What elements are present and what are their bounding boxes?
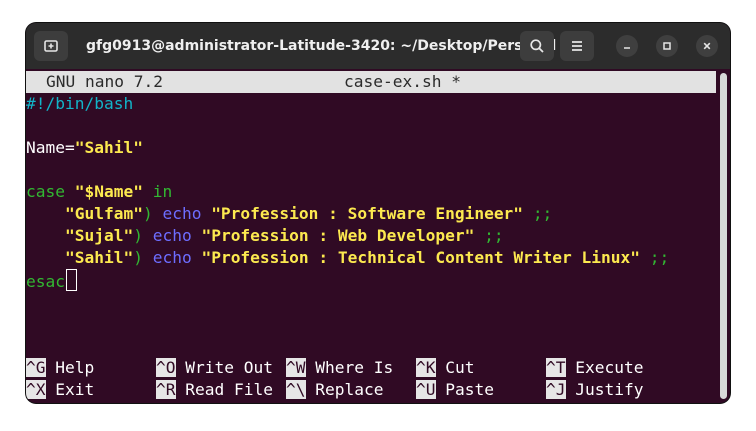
case-paren: ) <box>142 204 153 223</box>
shortcut-label: Execute <box>575 358 644 377</box>
nano-version: GNU nano 7.2 <box>46 72 163 91</box>
case-keyword: case <box>26 182 65 201</box>
shortcut-justify[interactable]: ^J Justify <box>546 379 643 401</box>
shortcut-key: ^X <box>26 380 46 399</box>
shortcut-label: Where Is <box>315 358 394 377</box>
shortcut-cut[interactable]: ^K Cut <box>416 357 475 379</box>
echo-command: echo <box>152 226 192 245</box>
terminal-area[interactable]: GNU nano 7.2 case-ex.sh * #!/bin/bash Na… <box>26 69 730 403</box>
case-pattern: "Sujal" <box>64 226 134 245</box>
new-tab-icon <box>43 38 59 54</box>
shortcut-label: Justify <box>575 380 644 399</box>
shortcut-key: ^K <box>416 358 436 377</box>
title-bar: gfg0913@administrator-Latitude-3420: ~/D… <box>26 23 730 69</box>
case-paren: ) <box>133 226 143 245</box>
shortcut-exit[interactable]: ^X Exit <box>26 379 94 401</box>
assign-operator: = <box>64 138 75 157</box>
shortcut-key: ^J <box>546 380 566 399</box>
nano-filename: case-ex.sh * <box>344 72 461 91</box>
code-line-3: Name="Sahil" <box>26 137 143 159</box>
shortcut-label: Read File <box>185 380 273 399</box>
shortcut-read-file[interactable]: ^R Read File <box>156 379 273 401</box>
shortcut-label: Cut <box>445 358 475 377</box>
echo-string: "Profession : Web Developer" <box>201 226 475 245</box>
variable-name: Name <box>26 138 65 157</box>
scrollbar[interactable] <box>720 73 727 399</box>
code-line-9: esac <box>26 269 77 291</box>
minimize-button[interactable] <box>616 35 638 57</box>
shortcut-execute[interactable]: ^T Execute <box>546 357 643 379</box>
nano-header-bar: GNU nano 7.2 case-ex.sh * <box>26 71 716 93</box>
shortcut-key: ^U <box>416 380 436 399</box>
window-title: gfg0913@administrator-Latitude-3420: ~/D… <box>86 38 557 54</box>
shortcut-write-out[interactable]: ^O Write Out <box>156 357 273 379</box>
echo-command: echo <box>162 204 202 223</box>
in-keyword: in <box>152 182 173 201</box>
hamburger-menu-icon <box>569 38 585 54</box>
shortcut-key: ^W <box>286 358 306 377</box>
menu-button[interactable] <box>560 31 594 61</box>
code-line-6: "Gulfam") echo "Profession : Software En… <box>26 203 552 225</box>
case-pattern: "Gulfam" <box>64 204 143 223</box>
code-line-7: "Sujal") echo "Profession : Web Develope… <box>26 225 504 247</box>
shortcut-help[interactable]: ^G Help <box>26 357 94 379</box>
case-variable: "$Name" <box>74 182 143 201</box>
code-line-1: #!/bin/bash <box>26 93 133 115</box>
code-line-5: case "$Name" in <box>26 181 172 203</box>
case-terminator: ;; <box>532 204 553 223</box>
echo-string: "Profession : Technical Content Writer L… <box>201 248 641 267</box>
close-button[interactable] <box>696 35 718 57</box>
case-terminator: ;; <box>649 248 670 267</box>
text-cursor <box>65 269 77 291</box>
close-icon <box>702 41 712 51</box>
minimize-icon <box>622 41 632 51</box>
maximize-icon <box>662 41 672 51</box>
esac-keyword: esac <box>26 272 65 291</box>
shortcut-label: Write Out <box>185 358 273 377</box>
case-pattern: "Sahil" <box>64 248 134 267</box>
new-tab-button[interactable] <box>34 31 68 61</box>
shortcut-where-is[interactable]: ^W Where Is <box>286 357 393 379</box>
shortcut-label: Help <box>55 358 95 377</box>
echo-command: echo <box>152 248 192 267</box>
shortcut-label: Paste <box>445 380 494 399</box>
shortcut-key: ^\ <box>286 380 306 399</box>
assign-value: "Sahil" <box>74 138 143 157</box>
shortcut-label: Exit <box>55 380 95 399</box>
search-button[interactable] <box>520 31 554 61</box>
shortcut-label: Replace <box>315 380 384 399</box>
maximize-button[interactable] <box>656 35 678 57</box>
search-icon <box>529 38 545 54</box>
case-paren: ) <box>133 248 143 267</box>
terminal-window: gfg0913@administrator-Latitude-3420: ~/D… <box>26 23 730 403</box>
case-terminator: ;; <box>484 226 504 245</box>
code-line-8: "Sahil") echo "Profession : Technical Co… <box>26 247 669 269</box>
echo-string: "Profession : Software Engineer" <box>211 204 524 223</box>
shortcut-key: ^R <box>156 380 176 399</box>
shebang-text: #!/bin/bash <box>26 94 134 113</box>
shortcut-replace[interactable]: ^\ Replace <box>286 379 383 401</box>
shortcut-paste[interactable]: ^U Paste <box>416 379 494 401</box>
shortcut-key: ^T <box>546 358 566 377</box>
shortcut-key: ^G <box>26 358 46 377</box>
shortcut-key: ^O <box>156 358 176 377</box>
